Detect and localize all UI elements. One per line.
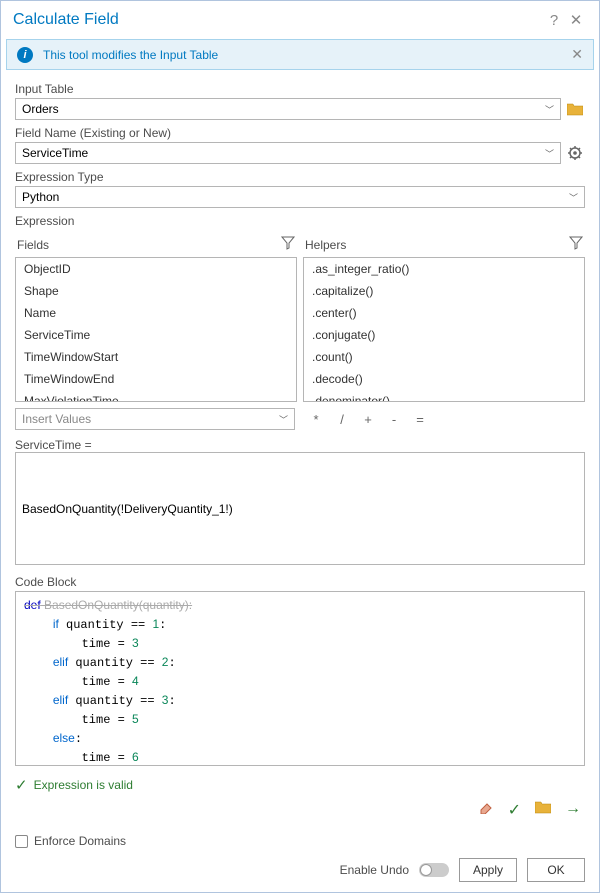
op-equals[interactable]: = <box>409 412 431 427</box>
helpers-label: Helpers <box>305 238 346 252</box>
open-folder-icon[interactable] <box>535 800 551 820</box>
info-close-icon[interactable]: ✕ <box>571 46 583 63</box>
window-title: Calculate Field <box>13 11 543 29</box>
list-item[interactable]: TimeWindowStart <box>16 346 296 368</box>
enable-undo-label: Enable Undo <box>340 863 409 877</box>
list-item[interactable]: .conjugate() <box>304 324 584 346</box>
caret-icon: ﹀ <box>569 191 578 204</box>
list-item[interactable]: .denominator() <box>304 390 584 402</box>
info-bar: i This tool modifies the Input Table ✕ <box>6 39 594 70</box>
field-name-select[interactable]: ServiceTime ﹀ <box>15 142 561 164</box>
field-name-label: Field Name (Existing or New) <box>15 126 585 140</box>
expression-text: BasedOnQuantity(!DeliveryQuantity_1!) <box>22 502 233 516</box>
validation-row: ✓ Expression is valid <box>15 776 585 794</box>
list-item[interactable]: TimeWindowEnd <box>16 368 296 390</box>
ok-label: OK <box>547 863 564 877</box>
info-text: This tool modifies the Input Table <box>43 48 218 62</box>
list-item[interactable]: .center() <box>304 302 584 324</box>
help-icon[interactable]: ? <box>543 9 565 31</box>
export-arrow-icon[interactable]: → <box>565 800 581 820</box>
list-item[interactable]: .as_integer_ratio() <box>304 258 584 280</box>
helpers-list[interactable]: .as_integer_ratio() .capitalize() .cente… <box>303 257 585 402</box>
list-item[interactable]: Name <box>16 302 296 324</box>
check-icon: ✓ <box>15 776 28 794</box>
enforce-domains-label: Enforce Domains <box>34 834 126 848</box>
input-table-select[interactable]: Orders ﹀ <box>15 98 561 120</box>
list-item[interactable]: Shape <box>16 280 296 302</box>
expression-label: Expression <box>15 214 585 228</box>
list-item[interactable]: .decode() <box>304 368 584 390</box>
gear-icon[interactable] <box>565 143 585 163</box>
field-name-value: ServiceTime <box>22 146 88 160</box>
expression-type-value: Python <box>22 190 59 204</box>
browse-folder-icon[interactable] <box>565 99 585 119</box>
validation-text: Expression is valid <box>34 778 133 792</box>
caret-icon: ﹀ <box>545 103 554 116</box>
expression-type-label: Expression Type <box>15 170 585 184</box>
eraser-icon[interactable] <box>478 800 494 820</box>
input-table-value: Orders <box>22 102 59 116</box>
list-item[interactable]: ServiceTime <box>16 324 296 346</box>
insert-values-select[interactable]: Insert Values ﹀ <box>15 408 295 430</box>
list-item[interactable]: MaxViolationTime <box>16 390 296 402</box>
list-item[interactable]: .count() <box>304 346 584 368</box>
fields-label: Fields <box>17 238 49 252</box>
expression-actions: ✓ → <box>15 800 585 820</box>
expression-input[interactable]: BasedOnQuantity(!DeliveryQuantity_1!) <box>15 452 585 565</box>
enable-undo-toggle[interactable] <box>419 863 449 877</box>
list-item[interactable]: ObjectID <box>16 258 296 280</box>
op-divide[interactable]: / <box>331 412 353 427</box>
list-item[interactable]: .capitalize() <box>304 280 584 302</box>
code-block-input[interactable]: def BasedOnQuantity(quantity): if quanti… <box>15 591 585 766</box>
close-icon[interactable]: ✕ <box>565 9 587 31</box>
code-block-label: Code Block <box>15 575 585 589</box>
expression-type-select[interactable]: Python ﹀ <box>15 186 585 208</box>
insert-values-label: Insert Values <box>22 412 91 426</box>
caret-icon: ﹀ <box>545 147 554 160</box>
op-multiply[interactable]: * <box>305 412 327 427</box>
apply-label: Apply <box>473 863 503 877</box>
filter-icon[interactable] <box>569 236 583 253</box>
op-plus[interactable]: + <box>357 412 379 427</box>
enforce-domains-row: Enforce Domains <box>15 834 585 848</box>
footer: Enable Undo Apply OK <box>1 848 599 892</box>
apply-button[interactable]: Apply <box>459 858 517 882</box>
input-table-label: Input Table <box>15 82 585 96</box>
ok-button[interactable]: OK <box>527 858 585 882</box>
op-minus[interactable]: - <box>383 412 405 427</box>
fields-list[interactable]: ObjectID Shape Name ServiceTime TimeWind… <box>15 257 297 402</box>
expression-equals-label: ServiceTime = <box>15 438 585 452</box>
filter-icon[interactable] <box>281 236 295 253</box>
validate-icon[interactable]: ✓ <box>508 800 521 820</box>
title-bar: Calculate Field ? ✕ <box>1 1 599 39</box>
info-icon: i <box>17 47 33 63</box>
enforce-domains-checkbox[interactable] <box>15 835 28 848</box>
caret-icon: ﹀ <box>279 413 288 426</box>
